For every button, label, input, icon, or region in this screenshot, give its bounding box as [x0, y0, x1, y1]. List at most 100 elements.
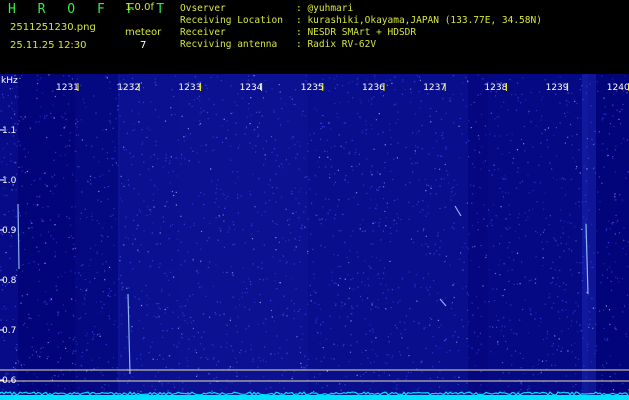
noise-speck [258, 111, 260, 113]
noise-speck [474, 332, 476, 334]
noise-speck [123, 185, 125, 187]
noise-speck [235, 325, 237, 327]
noise-speck [268, 184, 270, 186]
noise-speck [64, 112, 66, 115]
noise-speck [480, 244, 482, 247]
noise-speck [219, 301, 221, 303]
noise-speck [7, 210, 10, 212]
noise-speck [81, 356, 83, 358]
noise-speck [400, 333, 402, 335]
noise-speck [458, 376, 460, 378]
noise-speck [430, 107, 432, 110]
noise-speck [418, 91, 420, 93]
noise-speck [438, 386, 441, 388]
noise-speck [551, 364, 553, 366]
noise-speck [3, 194, 5, 196]
noise-speck [320, 122, 322, 124]
noise-speck [524, 212, 526, 214]
noise-speck [245, 328, 247, 330]
noise-speck [497, 343, 499, 345]
noise-speck [185, 357, 188, 359]
noise-speck [625, 177, 627, 179]
noise-speck [281, 357, 283, 359]
noise-speck [290, 300, 292, 302]
noise-speck [172, 170, 174, 172]
noise-speck [540, 372, 542, 374]
noise-speck [32, 383, 34, 385]
noise-speck [270, 299, 272, 302]
noise-speck [149, 213, 151, 215]
noise-speck [275, 249, 277, 251]
noise-speck [593, 167, 595, 169]
noise-speck [598, 208, 600, 211]
noise-speck [93, 95, 95, 97]
noise-speck [478, 266, 480, 268]
noise-speck [17, 384, 19, 386]
noise-speck [371, 304, 373, 306]
noise-speck [499, 243, 501, 245]
noise-speck [450, 307, 453, 310]
noise-speck [343, 122, 345, 124]
noise-speck [51, 176, 53, 178]
noise-speck [50, 112, 52, 114]
noise-speck [490, 351, 492, 353]
noise-speck [193, 319, 195, 322]
noise-speck [140, 353, 142, 355]
noise-speck [553, 134, 555, 136]
noise-speck [239, 304, 241, 306]
noise-speck [575, 364, 577, 366]
noise-speck [328, 284, 330, 286]
noise-speck [383, 186, 385, 188]
noise-speck [426, 184, 428, 186]
noise-speck [216, 376, 218, 378]
noise-speck [425, 326, 427, 328]
noise-speck [330, 128, 332, 130]
noise-speck [542, 201, 544, 203]
noise-speck [154, 389, 156, 391]
noise-speck [576, 321, 578, 323]
noise-speck [486, 225, 488, 227]
noise-speck [64, 125, 66, 127]
noise-speck [184, 305, 186, 307]
noise-speck [181, 115, 183, 117]
noise-speck [482, 162, 484, 164]
noise-speck [50, 219, 52, 221]
noise-speck [444, 206, 446, 208]
noise-speck [52, 238, 55, 240]
noise-speck [477, 94, 479, 96]
noise-speck [601, 182, 603, 184]
noise-speck [2, 96, 4, 98]
noise-speck [298, 168, 300, 170]
noise-speck [119, 197, 121, 199]
noise-speck [623, 138, 625, 140]
noise-speck [73, 351, 75, 353]
noise-speck [261, 262, 263, 264]
noise-speck [544, 79, 546, 81]
noise-speck [112, 127, 114, 129]
noise-speck [289, 232, 292, 234]
noise-speck [325, 198, 327, 200]
noise-speck [483, 218, 485, 220]
noise-speck [480, 93, 482, 95]
noise-speck [570, 324, 572, 327]
noise-speck [113, 244, 115, 246]
noise-speck [4, 214, 6, 216]
noise-speck [249, 382, 251, 384]
noise-speck [606, 246, 608, 248]
noise-speck [361, 173, 363, 175]
noise-speck [326, 370, 328, 372]
noise-speck [199, 120, 201, 122]
noise-speck [357, 203, 359, 205]
noise-speck [342, 213, 344, 215]
noise-speck [397, 111, 399, 113]
noise-speck [74, 337, 76, 339]
noise-speck [546, 241, 548, 243]
noise-speck [101, 307, 103, 309]
noise-speck [417, 201, 419, 203]
noise-speck [542, 208, 545, 210]
noise-speck [417, 230, 419, 232]
noise-speck [62, 116, 64, 119]
noise-speck [121, 282, 123, 284]
noise-speck [140, 244, 142, 246]
noise-speck [211, 390, 213, 392]
